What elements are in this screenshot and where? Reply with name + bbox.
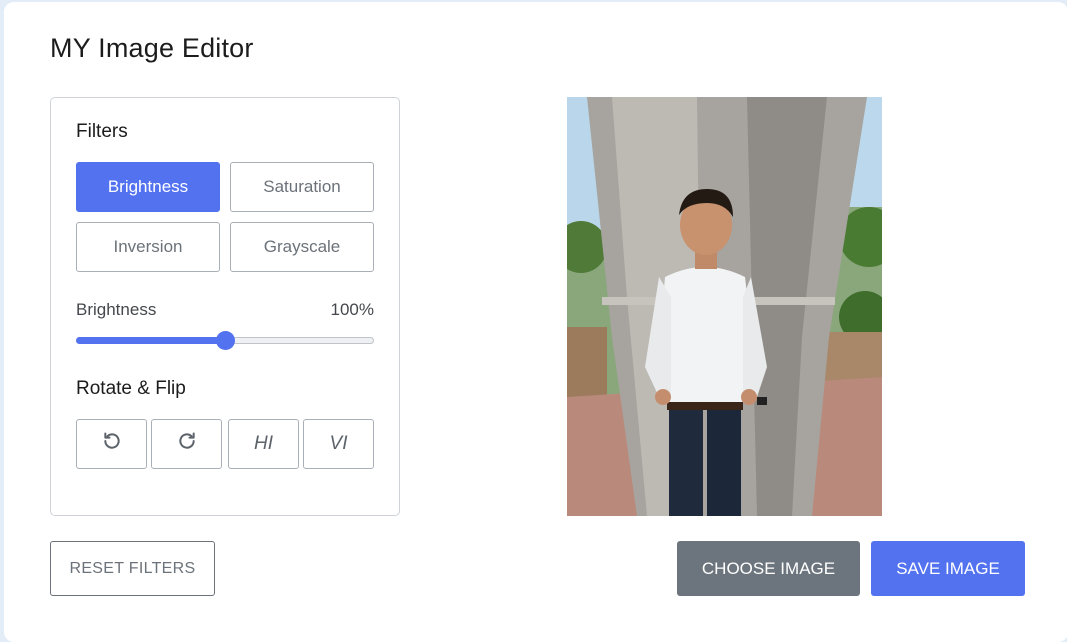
filter-grayscale-button[interactable]: Grayscale [230, 222, 374, 272]
preview-photo [567, 97, 882, 516]
controls-panel: Filters Brightness Saturation Inversion … [50, 97, 400, 516]
rotate-left-button[interactable] [76, 419, 147, 469]
rotate-flip-heading: Rotate & Flip [76, 378, 186, 399]
flip-horizontal-button[interactable]: HI [228, 419, 299, 469]
slider-name: Brightness [76, 300, 157, 319]
editor-card: MY Image Editor Filters Brightness Satur… [4, 2, 1067, 642]
choose-image-button[interactable]: CHOOSE IMAGE [677, 541, 860, 596]
slider-thumb[interactable] [216, 331, 235, 350]
slider-value: 100% [330, 300, 374, 319]
image-preview [567, 97, 882, 516]
slider-fill [76, 337, 225, 344]
filter-inversion-button[interactable]: Inversion [76, 222, 220, 272]
rotate-right-button[interactable] [151, 419, 222, 469]
reset-filters-button[interactable]: RESET FILTERS [50, 541, 215, 596]
rotate-right-icon [177, 431, 197, 457]
page-title: MY Image Editor [50, 33, 254, 63]
slider-info: Brightness 100% [76, 300, 374, 320]
flip-vertical-button[interactable]: VI [303, 419, 374, 469]
rotate-left-icon [102, 431, 122, 457]
filters-heading: Filters [76, 121, 128, 142]
save-image-button[interactable]: SAVE IMAGE [871, 541, 1025, 596]
filter-saturation-button[interactable]: Saturation [230, 162, 374, 212]
brightness-slider[interactable] [76, 331, 374, 350]
filter-brightness-button[interactable]: Brightness [76, 162, 220, 212]
